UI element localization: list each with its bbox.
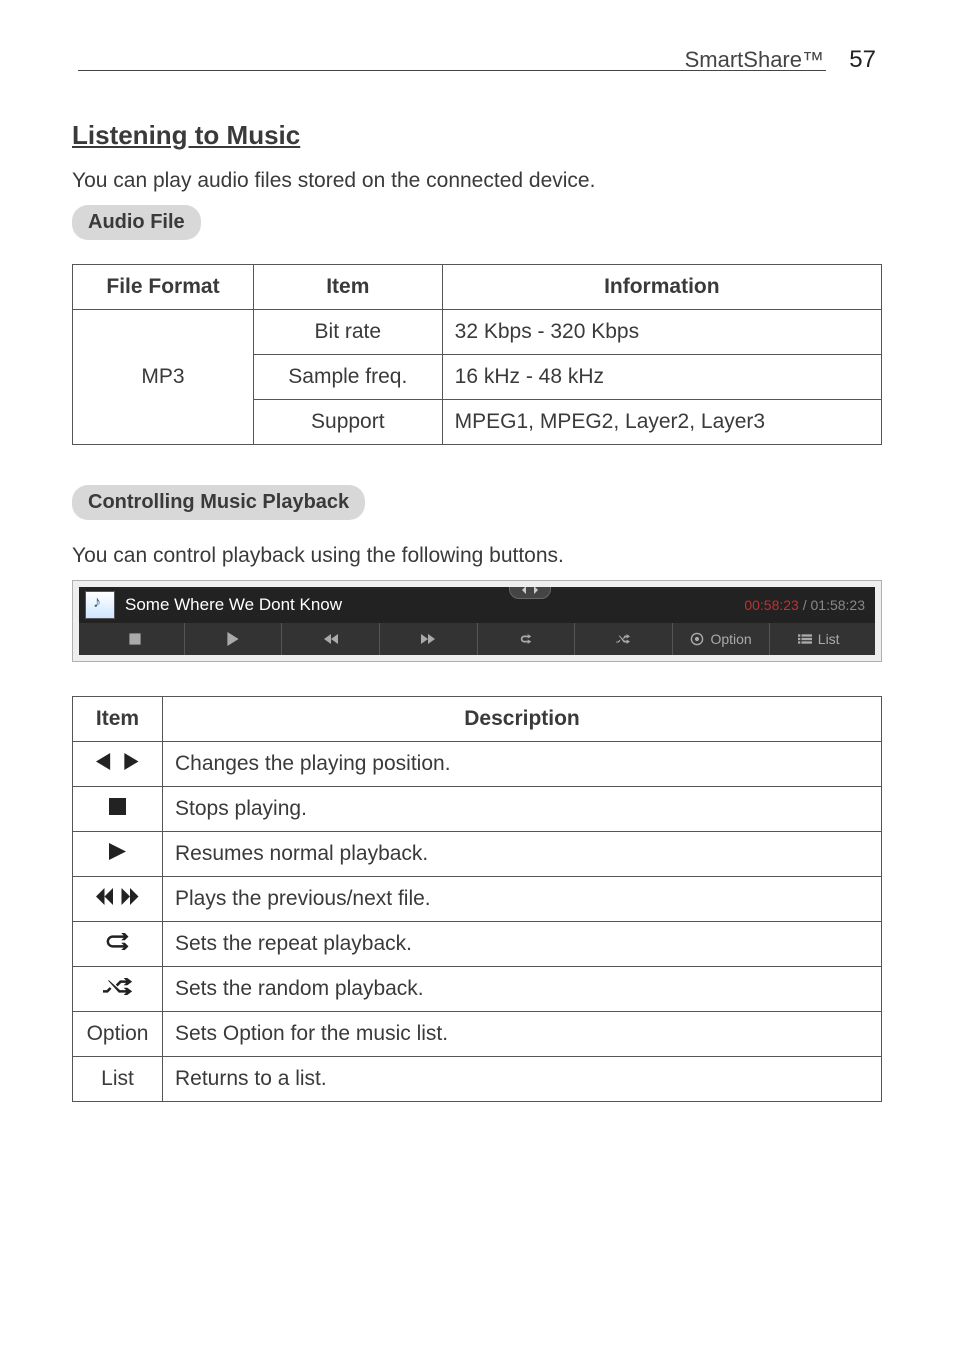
page-number: 57: [849, 46, 876, 74]
time-elapsed: 00:58:23: [744, 597, 799, 613]
gear-icon: [690, 632, 704, 646]
music-player: Some Where We Dont Know 00:58:23 / 01:58…: [79, 587, 875, 655]
th-item: Item: [73, 697, 163, 742]
td-item: Sample freq.: [253, 355, 442, 400]
next-icon: [421, 632, 435, 646]
th-item: Item: [253, 265, 442, 310]
play-icon: [109, 843, 126, 860]
prevnext-icon: [96, 888, 139, 905]
prev-icon: [324, 632, 338, 646]
td-item: Bit rate: [253, 310, 442, 355]
option-label: Option: [710, 631, 751, 647]
td-icon: [73, 877, 163, 922]
table-row: Option Sets Option for the music list.: [73, 1012, 882, 1057]
th-information: Information: [442, 265, 881, 310]
table-row: List Returns to a list.: [73, 1057, 882, 1102]
list-icon: [798, 632, 812, 646]
td-text: Option: [73, 1012, 163, 1057]
list-button[interactable]: List: [770, 623, 867, 655]
player-top-row: Some Where We Dont Know 00:58:23 / 01:58…: [79, 587, 875, 623]
next-button[interactable]: [380, 623, 478, 655]
table-row: Resumes normal playback.: [73, 832, 882, 877]
list-label: List: [818, 631, 840, 647]
repeat-button[interactable]: [478, 623, 576, 655]
shuffle-button[interactable]: [575, 623, 673, 655]
table-header-row: Item Description: [73, 697, 882, 742]
leftright-icon: [96, 753, 139, 770]
player-controls: Option List: [79, 623, 875, 655]
td-icon: [73, 742, 163, 787]
table-audio-file-formats: File Format Item Information MP3 Bit rat…: [72, 264, 882, 445]
grip-icon: [518, 587, 542, 595]
stop-button[interactable]: [87, 623, 185, 655]
th-description: Description: [163, 697, 882, 742]
td-desc: Resumes normal playback.: [163, 832, 882, 877]
time-display: 00:58:23 / 01:58:23: [744, 597, 865, 613]
table-row: Changes the playing position.: [73, 742, 882, 787]
table-row: Sets the repeat playback.: [73, 922, 882, 967]
td-desc: Sets the random playback.: [163, 967, 882, 1012]
td-desc: Returns to a list.: [163, 1057, 882, 1102]
shuffle-icon: [616, 632, 630, 646]
td-format: MP3: [73, 310, 254, 445]
player-wrapper: Some Where We Dont Know 00:58:23 / 01:58…: [72, 580, 882, 662]
td-text: List: [73, 1057, 163, 1102]
page: SmartShare™ 57 Listening to Music You ca…: [0, 0, 954, 1182]
play-icon: [226, 632, 240, 646]
td-icon: [73, 787, 163, 832]
table-row: Stops playing.: [73, 787, 882, 832]
table-row: Plays the previous/next file.: [73, 877, 882, 922]
scrub-handle[interactable]: [509, 587, 551, 599]
td-info: 32 Kbps - 320 Kbps: [442, 310, 881, 355]
repeat-icon: [519, 632, 533, 646]
content: Listening to Music You can play audio fi…: [72, 40, 882, 1102]
td-desc: Sets Option for the music list.: [163, 1012, 882, 1057]
td-info: MPEG1, MPEG2, Layer2, Layer3: [442, 400, 881, 445]
prev-button[interactable]: [282, 623, 380, 655]
td-icon: [73, 832, 163, 877]
table-row: Sets the random playback.: [73, 967, 882, 1012]
intro-text: You can play audio files stored on the c…: [72, 169, 882, 193]
pill-audio-file: Audio File: [72, 205, 201, 240]
stop-icon: [109, 798, 126, 815]
option-button[interactable]: Option: [673, 623, 771, 655]
td-desc: Plays the previous/next file.: [163, 877, 882, 922]
td-desc: Changes the playing position.: [163, 742, 882, 787]
time-separator: /: [799, 597, 811, 613]
heading-listening-to-music: Listening to Music: [72, 120, 882, 151]
td-info: 16 kHz - 48 kHz: [442, 355, 881, 400]
time-total: 01:58:23: [811, 597, 866, 613]
td-desc: Sets the repeat playback.: [163, 922, 882, 967]
controlling-intro-text: You can control playback using the follo…: [72, 544, 882, 568]
table-row: MP3 Bit rate 32 Kbps - 320 Kbps: [73, 310, 882, 355]
table-controls-description: Item Description Changes the playing pos…: [72, 696, 882, 1102]
play-button[interactable]: [185, 623, 283, 655]
header-title: SmartShare™: [685, 47, 824, 73]
td-desc: Stops playing.: [163, 787, 882, 832]
shuffle-icon: [103, 978, 132, 995]
table-header-row: File Format Item Information: [73, 265, 882, 310]
album-art-icon: [85, 591, 115, 619]
repeat-icon: [103, 933, 132, 950]
track-title: Some Where We Dont Know: [125, 595, 744, 615]
td-icon: [73, 967, 163, 1012]
stop-icon: [128, 632, 142, 646]
pill-controlling-playback: Controlling Music Playback: [72, 485, 365, 520]
td-item: Support: [253, 400, 442, 445]
th-file-format: File Format: [73, 265, 254, 310]
td-icon: [73, 922, 163, 967]
